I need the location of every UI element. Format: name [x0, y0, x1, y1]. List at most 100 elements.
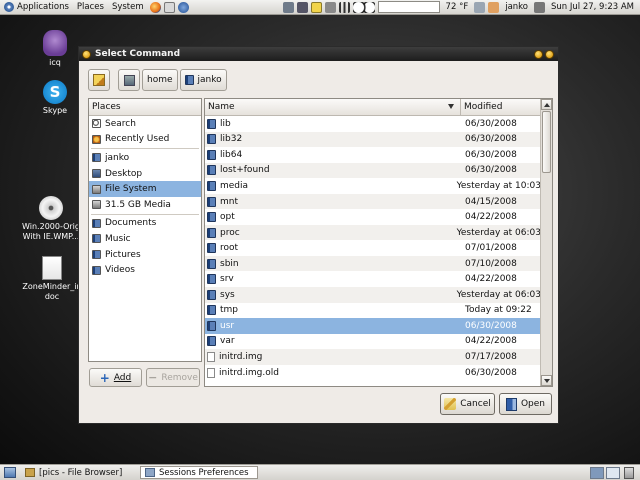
workspace-2[interactable] [606, 466, 620, 479]
file-row[interactable]: media Yesterday at 10:03 [205, 178, 541, 194]
place-item-label: File System [105, 184, 157, 195]
file-name-cell: var [205, 336, 461, 347]
folder-icon [207, 227, 216, 238]
desktop-icon-win2000[interactable]: Win.2000-Orig With IE.WMP... [18, 196, 84, 242]
root-folder-button[interactable] [118, 69, 140, 91]
folder-icon [207, 212, 216, 223]
file-row[interactable]: usr 06/30/2008 [205, 318, 541, 334]
type-location-button[interactable] [88, 69, 110, 91]
vertical-scrollbar[interactable] [540, 99, 552, 386]
path-button-janko[interactable]: janko [179, 69, 227, 91]
eyes-icon[interactable] [352, 1, 375, 13]
places-header[interactable]: Places [89, 99, 201, 116]
file-modified: Yesterday at 06:03 [456, 227, 541, 238]
places-header-label: Places [92, 102, 121, 112]
taskbar-item-file-browser[interactable]: [pics - File Browser] [20, 466, 136, 479]
file-row[interactable]: proc Yesterday at 06:03 [205, 224, 541, 241]
evolution-icon[interactable] [163, 1, 175, 13]
file-row[interactable]: initrd.img 07/17/2008 [205, 349, 541, 365]
applications-menu[interactable]: Applications [0, 0, 73, 15]
drive-icon [92, 200, 101, 210]
file-modified: Yesterday at 10:03 [456, 180, 541, 191]
file-row[interactable]: sys Yesterday at 06:03 [205, 287, 541, 303]
system-menu[interactable]: System [108, 0, 148, 15]
file-row[interactable]: srv 04/22/2008 [205, 271, 541, 287]
scrollbar-thumb[interactable] [542, 111, 551, 173]
file-name-cell: root [205, 243, 461, 254]
place-item-music[interactable]: Music [89, 231, 201, 247]
firefox-icon[interactable] [149, 1, 161, 13]
file-modified: 06/30/2008 [465, 118, 517, 129]
place-item-recently-used[interactable]: Recently Used [89, 132, 201, 148]
place-item-videos[interactable]: Videos [89, 262, 201, 278]
file-modified: Today at 09:22 [465, 305, 532, 316]
weather-temperature[interactable]: 72 °F [443, 2, 472, 12]
scroll-up-arrow[interactable] [541, 99, 552, 110]
display-icon[interactable] [296, 1, 308, 13]
trash-icon[interactable] [624, 466, 634, 479]
remove-bookmark-button[interactable]: − Remove [146, 368, 200, 387]
places-menu[interactable]: Places [73, 0, 108, 15]
modified-column-header[interactable]: Modified [461, 99, 541, 116]
place-item-janko[interactable]: janko [89, 150, 201, 166]
recent-icon [92, 134, 101, 144]
file-row[interactable]: tmp Today at 09:22 [205, 303, 541, 319]
help-icon[interactable] [177, 1, 189, 13]
command-entry[interactable] [377, 1, 440, 13]
taskbar-item-sessions-preferences[interactable]: Sessions Preferences [140, 466, 258, 479]
path-button-home[interactable]: home [142, 69, 178, 91]
file-name: media [220, 180, 249, 191]
file-name-cell: lib64 [205, 149, 461, 160]
taskbar-item-label: [pics - File Browser] [39, 467, 123, 478]
file-row[interactable]: mnt 04/15/2008 [205, 193, 541, 210]
name-column-header[interactable]: Name [205, 99, 461, 116]
cancel-button[interactable]: Cancel [440, 393, 495, 415]
workspace-1[interactable] [590, 466, 604, 479]
place-item-desktop[interactable]: Desktop [89, 166, 201, 182]
folder-icon [207, 274, 216, 285]
clock[interactable]: Sun Jul 27, 9:23 AM [548, 2, 637, 12]
file-row[interactable]: lib32 06/30/2008 [205, 131, 541, 148]
file-row[interactable]: opt 04/22/2008 [205, 209, 541, 225]
places-list: Search Recently Used janko Desktop File Syst… [89, 116, 201, 278]
place-item-search[interactable]: Search [89, 116, 201, 132]
show-desktop-icon[interactable] [4, 467, 16, 478]
notes-icon[interactable] [310, 1, 322, 13]
desktop-icon-label: icq [49, 58, 61, 67]
place-item-pictures[interactable]: Pictures [89, 247, 201, 263]
icq-flower-icon [43, 30, 67, 56]
network-icon[interactable] [282, 1, 294, 13]
drive-applet-icon[interactable] [324, 1, 336, 13]
file-name: usr [220, 320, 235, 331]
file-modified: 06/30/2008 [465, 134, 517, 145]
file-row[interactable]: sbin 07/10/2008 [205, 255, 541, 272]
file-row[interactable]: root 07/01/2008 [205, 240, 541, 256]
file-rows: lib 06/30/2008 lib32 06/30/2008 lib64 06/30/2… [205, 116, 541, 380]
file-list: Name Modified lib 06/30/2008 lib32 06/30/20… [204, 98, 553, 387]
maximize-button[interactable] [534, 49, 543, 59]
file-name-cell: mnt [205, 196, 461, 207]
dialog-titlebar[interactable]: Select Command [79, 47, 558, 61]
place-item-documents[interactable]: Documents [89, 216, 201, 232]
open-button[interactable]: Open [499, 393, 552, 415]
close-button[interactable] [545, 49, 554, 59]
file-row[interactable]: lib 06/30/2008 [205, 116, 541, 132]
file-row[interactable]: lib64 06/30/2008 [205, 147, 541, 163]
place-item-file-system[interactable]: File System [89, 181, 201, 197]
file-row[interactable]: initrd.img.old 06/30/2008 [205, 365, 541, 381]
window-menu-icon[interactable] [82, 49, 91, 59]
file-row[interactable]: var 04/22/2008 [205, 334, 541, 350]
place-item-label: Pictures [105, 249, 141, 260]
signal-icon[interactable] [338, 1, 350, 13]
file-name: opt [220, 212, 235, 223]
home-folder-icon [184, 75, 194, 85]
file-name-cell: initrd.img [205, 351, 461, 362]
add-bookmark-button[interactable]: + Add [89, 368, 142, 387]
user-name[interactable]: janko [502, 2, 531, 12]
volume-icon[interactable] [534, 1, 545, 13]
minus-icon: − [148, 370, 158, 384]
file-row[interactable]: lost+found 06/30/2008 [205, 162, 541, 179]
file-name: mnt [220, 196, 238, 207]
place-item-31-5-gb-media[interactable]: 31.5 GB Media [89, 197, 201, 213]
scroll-down-arrow[interactable] [541, 375, 552, 386]
